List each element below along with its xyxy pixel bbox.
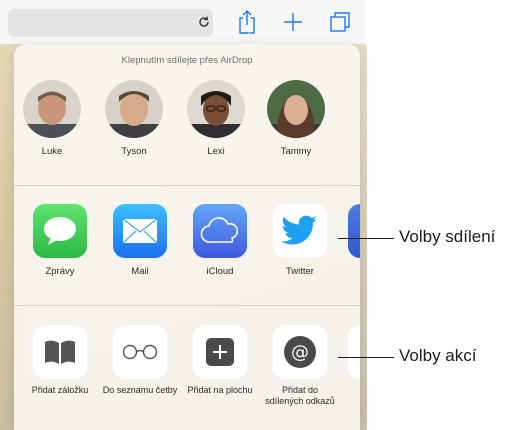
shared-links-icon: @ xyxy=(273,325,327,379)
airdrop-person-tammy[interactable]: Tammy xyxy=(265,80,327,157)
mail-icon xyxy=(113,204,167,258)
twitter-icon xyxy=(273,204,327,258)
actions-callout-line xyxy=(338,357,394,358)
airdrop-person-name: Tammy xyxy=(280,146,312,157)
address-bar[interactable] xyxy=(8,9,213,37)
share-app-label: Zprávy xyxy=(45,266,75,277)
avatar xyxy=(187,80,245,138)
reading-list-icon xyxy=(113,325,167,379)
airdrop-title: Klepnutím sdílejte přes AirDrop xyxy=(121,55,253,66)
reload-icon[interactable] xyxy=(190,8,218,36)
messages-icon xyxy=(33,204,87,258)
share-icon[interactable] xyxy=(233,8,261,36)
avatar xyxy=(105,80,163,138)
avatar xyxy=(23,80,81,138)
tabs-icon[interactable] xyxy=(326,8,354,36)
action-label: Přidat do sdílených odkazů xyxy=(265,385,335,406)
share-app-partial[interactable] xyxy=(348,204,360,258)
airdrop-person-name: Tyson xyxy=(121,146,147,157)
divider xyxy=(14,185,360,186)
action-label: Přidat záložku xyxy=(31,385,89,395)
airdrop-person-lexi[interactable]: Lexi xyxy=(185,80,247,157)
divider xyxy=(14,305,360,306)
share-app-icloud[interactable]: iCloud xyxy=(182,204,258,277)
svg-text:@: @ xyxy=(291,342,309,363)
airdrop-person-luke[interactable]: Luke xyxy=(21,80,83,157)
share-app-twitter[interactable]: Twitter xyxy=(262,204,338,277)
icloud-icon xyxy=(193,204,247,258)
add-to-home-icon xyxy=(193,325,247,379)
share-app-mail[interactable]: Mail xyxy=(102,204,178,277)
airdrop-person-name: Lexi xyxy=(207,146,225,157)
action-shared-links[interactable]: @ Přidat do sdílených odkazů xyxy=(262,325,338,407)
share-app-label: Twitter xyxy=(286,266,314,277)
action-add-to-home[interactable]: Přidat na plochu xyxy=(182,325,258,396)
action-partial[interactable] xyxy=(348,325,360,379)
airdrop-person-name: Luke xyxy=(41,146,63,157)
bookmark-icon xyxy=(33,325,87,379)
action-reading-list[interactable]: Do seznamu četby xyxy=(102,325,178,396)
share-callout-line xyxy=(338,238,394,239)
action-label: Přidat na plochu xyxy=(187,385,253,395)
action-options-callout: Volby akcí xyxy=(399,346,477,365)
share-app-label: Mail xyxy=(131,266,149,277)
airdrop-person-tyson[interactable]: Tyson xyxy=(103,80,165,157)
action-add-bookmark[interactable]: Přidat záložku xyxy=(22,325,98,396)
share-sheet: Klepnutím sdílejte přes AirDrop Luke Tys… xyxy=(14,44,360,430)
share-app-messages[interactable]: Zprávy xyxy=(22,204,98,277)
new-tab-plus-icon[interactable] xyxy=(279,8,307,36)
share-options-callout: Volby sdílení xyxy=(399,227,496,246)
action-label: Do seznamu četby xyxy=(102,385,178,395)
share-app-label: iCloud xyxy=(206,266,234,277)
avatar xyxy=(267,80,325,138)
browser-toolbar xyxy=(0,0,365,45)
